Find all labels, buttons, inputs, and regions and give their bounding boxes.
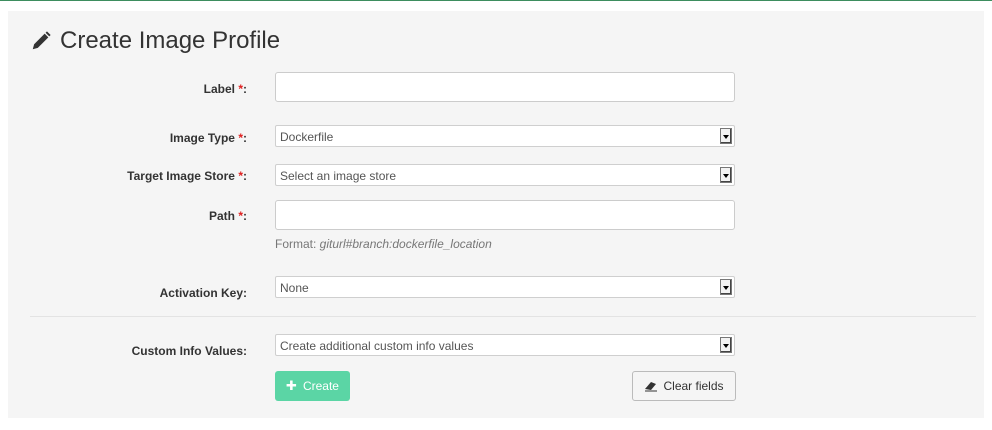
label-colon: : bbox=[243, 82, 247, 96]
eraser-icon bbox=[645, 382, 658, 392]
create-button[interactable]: ✚ Create bbox=[275, 371, 350, 401]
custom-info-selected: Create additional custom info values bbox=[280, 339, 474, 353]
pencil-icon bbox=[32, 31, 51, 50]
chevron-down-icon[interactable] bbox=[720, 167, 732, 183]
label-colon: : bbox=[243, 169, 247, 183]
target-store-select[interactable]: Select an image store bbox=[275, 164, 735, 186]
target-store-selected: Select an image store bbox=[280, 169, 397, 183]
label-colon: : bbox=[243, 209, 247, 223]
path-help-format: giturl#branch:dockerfile_location bbox=[319, 237, 492, 251]
activation-key-selected: None bbox=[280, 281, 309, 295]
chevron-down-icon[interactable] bbox=[720, 128, 732, 144]
top-accent-line bbox=[0, 0, 992, 1]
chevron-down-icon[interactable] bbox=[720, 279, 732, 295]
activation-key-label: Activation Key: bbox=[159, 286, 247, 300]
target-store-label: Target Image Store *: bbox=[127, 169, 247, 183]
activation-key-select[interactable]: None bbox=[275, 276, 735, 298]
path-label: Path *: bbox=[209, 209, 247, 223]
clear-fields-button[interactable]: Clear fields bbox=[632, 371, 736, 401]
path-label-text: Path bbox=[208, 209, 235, 223]
clear-fields-label: Clear fields bbox=[663, 379, 724, 393]
path-input[interactable] bbox=[275, 200, 735, 230]
custom-info-select[interactable]: Create additional custom info values bbox=[275, 334, 735, 356]
label-colon: : bbox=[243, 131, 247, 145]
path-help-text: Format: giturl#branch:dockerfile_locatio… bbox=[275, 237, 492, 251]
create-button-label: Create bbox=[302, 379, 339, 393]
image-type-select[interactable]: Dockerfile bbox=[275, 125, 735, 147]
custom-info-label: Custom Info Values: bbox=[131, 344, 247, 358]
image-type-selected: Dockerfile bbox=[280, 130, 334, 144]
path-help-prefix: Format: bbox=[275, 237, 320, 251]
image-type-label-text: Image Type bbox=[169, 131, 235, 145]
section-divider bbox=[30, 316, 976, 317]
label-field-label-text: Label bbox=[203, 82, 235, 96]
page-title-text: Create Image Profile bbox=[60, 27, 281, 54]
chevron-down-icon[interactable] bbox=[720, 337, 732, 353]
label-field-label: Label *: bbox=[204, 82, 247, 96]
plus-icon: ✚ bbox=[286, 378, 297, 393]
image-type-label: Image Type *: bbox=[170, 131, 247, 145]
page-title: Create Image Profile bbox=[30, 27, 280, 55]
target-store-label-text: Target Image Store bbox=[127, 169, 235, 183]
label-input[interactable] bbox=[275, 72, 735, 102]
